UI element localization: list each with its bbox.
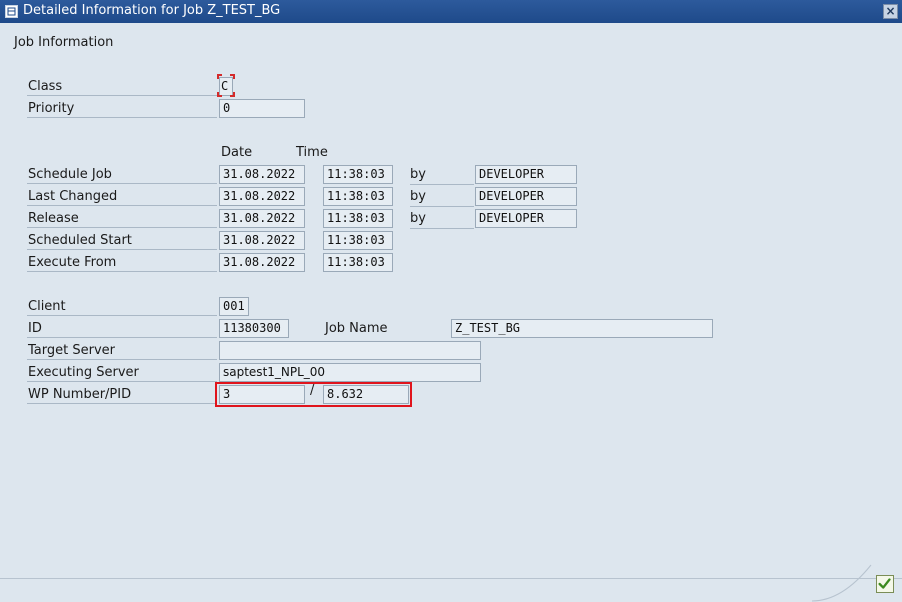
title-bar: Detailed Information for Job Z_TEST_BG × — [0, 0, 902, 23]
last-changed-time[interactable]: 11:38:03 — [323, 187, 393, 206]
execute-from-time[interactable]: 11:38:03 — [323, 253, 393, 272]
window-title: Detailed Information for Job Z_TEST_BG — [23, 3, 281, 18]
id-label: ID — [27, 318, 217, 338]
release-time[interactable]: 11:38:03 — [323, 209, 393, 228]
job-name-label: Job Name — [325, 321, 388, 336]
release-user[interactable]: DEVELOPER — [475, 209, 577, 228]
focus-cursor — [217, 74, 235, 97]
release-date[interactable]: 31.08.2022 — [219, 209, 305, 228]
schedule-job-time[interactable]: 11:38:03 — [323, 165, 393, 184]
dialog-body: Job Information Class C Priority 0 Date … — [0, 23, 902, 602]
priority-field[interactable]: 0 — [219, 99, 305, 118]
id-field[interactable]: 11380300 — [219, 319, 289, 338]
schedule-job-label: Schedule Job — [27, 164, 217, 184]
last-changed-user[interactable]: DEVELOPER — [475, 187, 577, 206]
last-changed-date[interactable]: 31.08.2022 — [219, 187, 305, 206]
wp-pid-label: WP Number/PID — [27, 384, 217, 404]
close-icon[interactable]: × — [883, 4, 898, 19]
client-label: Client — [27, 296, 217, 316]
target-server-field[interactable] — [219, 341, 481, 360]
schedule-job-by: by — [410, 164, 474, 185]
schedule-job-user[interactable]: DEVELOPER — [475, 165, 577, 184]
release-label: Release — [27, 208, 217, 228]
scheduled-start-date[interactable]: 31.08.2022 — [219, 231, 305, 250]
client-field[interactable]: 001 — [219, 297, 249, 316]
resize-corner-decoration — [812, 564, 872, 602]
last-changed-label: Last Changed — [27, 186, 217, 206]
priority-label: Priority — [27, 98, 217, 118]
window-menu-icon[interactable] — [5, 5, 18, 18]
schedule-job-date[interactable]: 31.08.2022 — [219, 165, 305, 184]
checkmark-icon — [878, 578, 891, 589]
target-server-label: Target Server — [27, 340, 217, 360]
section-title: Job Information — [14, 35, 114, 50]
class-label: Class — [27, 76, 217, 96]
footer-divider — [0, 578, 902, 579]
date-header: Date — [221, 145, 253, 160]
release-by: by — [410, 208, 474, 229]
confirm-button[interactable] — [876, 575, 894, 593]
last-changed-by: by — [410, 186, 474, 207]
execute-from-date[interactable]: 31.08.2022 — [219, 253, 305, 272]
executing-server-field[interactable]: saptest1_NPL_00 — [219, 363, 481, 382]
highlight-box — [215, 382, 412, 407]
time-header: Time — [296, 145, 328, 160]
execute-from-label: Execute From — [27, 252, 217, 272]
executing-server-label: Executing Server — [27, 362, 217, 382]
scheduled-start-label: Scheduled Start — [27, 230, 217, 250]
scheduled-start-time[interactable]: 11:38:03 — [323, 231, 393, 250]
job-name-field[interactable]: Z_TEST_BG — [451, 319, 713, 338]
